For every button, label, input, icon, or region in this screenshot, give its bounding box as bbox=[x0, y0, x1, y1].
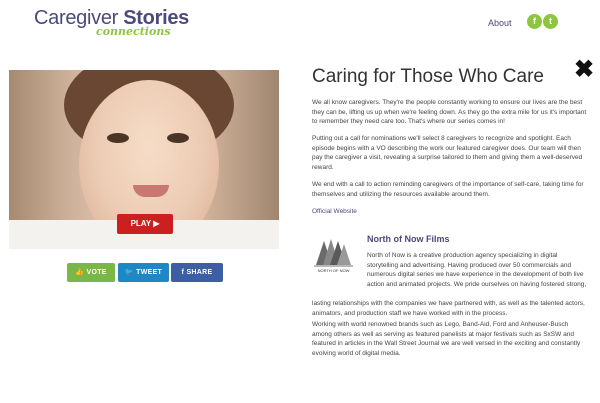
logo-caption: NORTH OF NOW bbox=[318, 268, 350, 273]
north-of-now-logo: NORTH OF NOW bbox=[312, 235, 355, 275]
logo-subtitle: connections bbox=[96, 25, 171, 38]
company-paragraph-1-continued: lasting relationships with the companies… bbox=[312, 300, 585, 317]
photo-eye-right bbox=[167, 133, 189, 143]
twitter-icon[interactable]: t bbox=[543, 14, 558, 29]
article-paragraph-3: We end with a call to action reminding c… bbox=[312, 181, 584, 198]
play-button[interactable]: PLAY ▶ bbox=[117, 214, 173, 234]
article-paragraph-2: Putting out a call for nominations we'll… bbox=[312, 135, 583, 171]
company-name: North of Now Films bbox=[367, 234, 450, 244]
share-button[interactable]: f SHARE bbox=[171, 263, 223, 282]
share-button-label: SHARE bbox=[186, 269, 213, 276]
official-website-link[interactable]: Official Website bbox=[312, 208, 357, 215]
vote-button-label: VOTE bbox=[86, 269, 107, 276]
close-icon[interactable]: ✖ bbox=[574, 58, 594, 82]
company-paragraph-2: Working with world renowned brands such … bbox=[312, 321, 581, 357]
company-paragraph-1: North of Now is a creative production ag… bbox=[367, 252, 587, 288]
twitter-icon: 🐦 bbox=[124, 269, 134, 276]
facebook-icon[interactable]: f bbox=[527, 14, 542, 29]
vote-button[interactable]: 👍 VOTE bbox=[67, 263, 115, 282]
facebook-icon: f bbox=[181, 269, 185, 276]
site-logo[interactable]: Caregiver Stories connections bbox=[34, 8, 189, 38]
tweet-button[interactable]: 🐦 TWEET bbox=[118, 263, 169, 282]
nav-about-link[interactable]: About bbox=[488, 18, 512, 28]
tweet-button-label: TWEET bbox=[136, 269, 163, 276]
article-paragraph-1: We all know caregivers. They're the peop… bbox=[312, 99, 587, 125]
photo-eye-left bbox=[107, 133, 129, 143]
thumbs-up-icon: 👍 bbox=[75, 269, 85, 276]
article-title: Caring for Those Who Care bbox=[312, 66, 544, 87]
